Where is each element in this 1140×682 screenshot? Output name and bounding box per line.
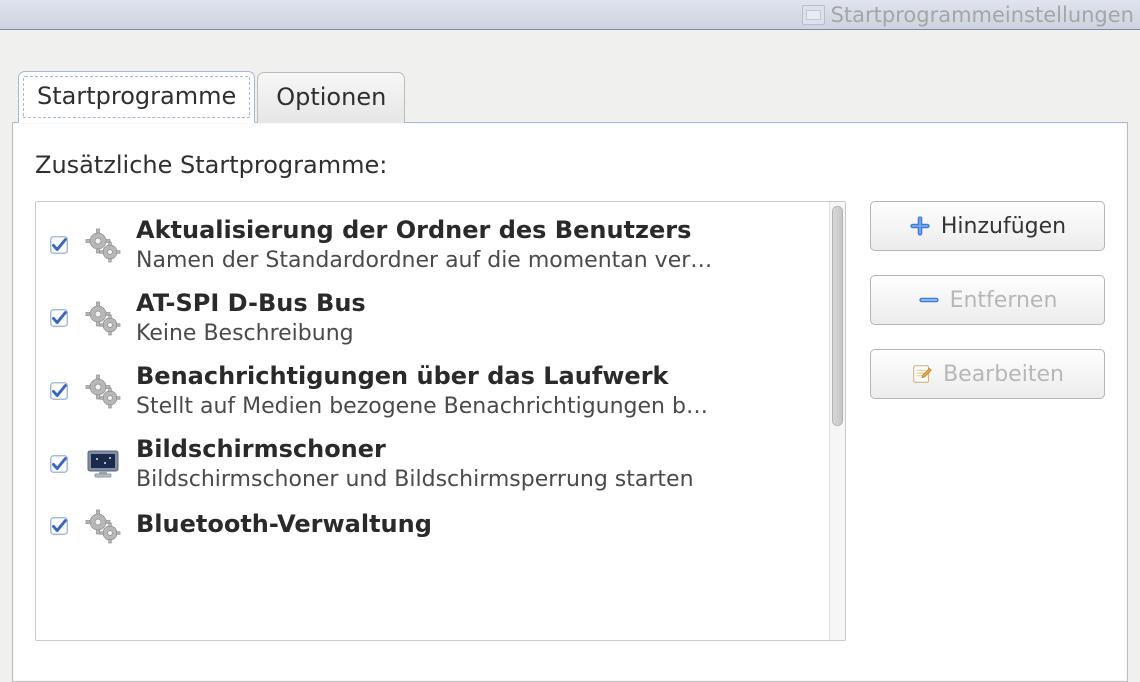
item-desc: Stellt auf Medien bezogene Benachrichtig…: [136, 394, 815, 419]
gears-icon: [85, 508, 121, 544]
item-title: Bluetooth-Verwaltung: [136, 510, 815, 538]
gears-icon: [85, 373, 121, 409]
item-desc: Keine Beschreibung: [136, 321, 815, 346]
titlebar: Startprogrammeinstellungen: [0, 0, 1140, 30]
item-title: Benachrichtigungen über das Laufwerk: [136, 362, 815, 390]
gears-icon: [85, 227, 121, 263]
plus-icon: [909, 215, 931, 237]
add-button-label: Hinzufügen: [941, 214, 1066, 239]
item-title: AT-SPI D-Bus Bus: [136, 289, 815, 317]
window-icon: [802, 5, 825, 25]
list-item[interactable]: Bluetooth-Verwaltung: [40, 500, 825, 552]
startup-list: Aktualisierung der Ordner des Benutzers …: [35, 201, 846, 641]
button-column: Hinzufügen Entfernen Bearbeiten: [870, 201, 1105, 399]
edit-icon: [911, 363, 933, 385]
window-body: Startprogramme Optionen Zusätzliche Star…: [0, 30, 1140, 682]
gears-icon: [85, 300, 121, 336]
monitor-icon: [85, 446, 121, 482]
remove-button[interactable]: Entfernen: [870, 275, 1105, 325]
list-scroll: Aktualisierung der Ordner des Benutzers …: [36, 202, 829, 640]
list-item[interactable]: Benachrichtigungen über das Laufwerk Ste…: [40, 354, 825, 427]
remove-button-label: Entfernen: [950, 288, 1058, 313]
scrollbar-thumb[interactable]: [832, 206, 843, 426]
content-split: Aktualisierung der Ordner des Benutzers …: [35, 201, 1105, 641]
edit-button-label: Bearbeiten: [943, 362, 1064, 387]
checkbox[interactable]: [48, 307, 70, 329]
checkbox[interactable]: [48, 453, 70, 475]
checkbox[interactable]: [48, 515, 70, 537]
list-item[interactable]: AT-SPI D-Bus Bus Keine Beschreibung: [40, 281, 825, 354]
tab-startprogramme[interactable]: Startprogramme: [18, 71, 255, 123]
tab-page: Zusätzliche Startprogramme: Aktualisieru…: [12, 122, 1128, 682]
section-label: Zusätzliche Startprogramme:: [35, 151, 1105, 179]
item-desc: Namen der Standardordner auf die momenta…: [136, 248, 815, 273]
tab-row: Startprogramme Optionen: [12, 70, 1128, 122]
add-button[interactable]: Hinzufügen: [870, 201, 1105, 251]
tab-optionen[interactable]: Optionen: [257, 72, 405, 123]
checkbox[interactable]: [48, 234, 70, 256]
scrollbar[interactable]: [829, 202, 845, 640]
edit-button[interactable]: Bearbeiten: [870, 349, 1105, 399]
minus-icon: [918, 289, 940, 311]
item-desc: Bildschirmschoner und Bildschirmsperrung…: [136, 467, 815, 492]
list-item[interactable]: Aktualisierung der Ordner des Benutzers …: [40, 208, 825, 281]
list-item[interactable]: Bildschirmschoner Bildschirmschoner und …: [40, 427, 825, 500]
item-title: Aktualisierung der Ordner des Benutzers: [136, 216, 815, 244]
checkbox[interactable]: [48, 380, 70, 402]
item-title: Bildschirmschoner: [136, 435, 815, 463]
window-title: Startprogrammeinstellungen: [831, 3, 1134, 27]
